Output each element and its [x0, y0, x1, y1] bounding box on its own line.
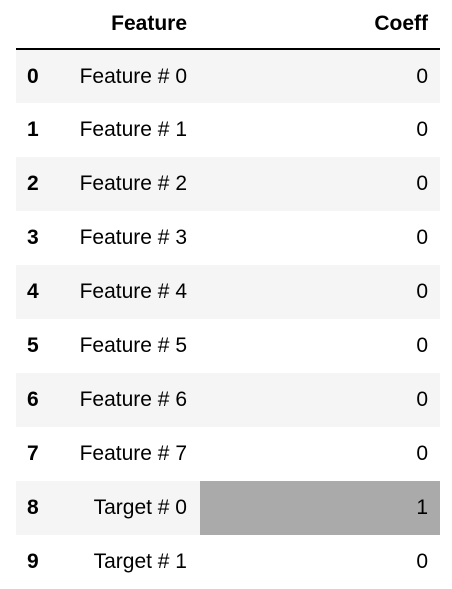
row-index: 9 — [16, 535, 60, 589]
table-row: 4 Feature # 4 0 — [16, 265, 440, 319]
coeff-cell: 0 — [200, 319, 440, 373]
feature-cell: Target # 1 — [60, 535, 200, 589]
feature-cell: Feature # 2 — [60, 157, 200, 211]
coeff-cell: 0 — [200, 49, 440, 103]
table-row: 2 Feature # 2 0 — [16, 157, 440, 211]
feature-cell: Target # 0 — [60, 481, 200, 535]
feature-cell: Feature # 0 — [60, 49, 200, 103]
row-index: 8 — [16, 481, 60, 535]
table-row: 0 Feature # 0 0 — [16, 49, 440, 103]
row-index: 2 — [16, 157, 60, 211]
row-index: 4 — [16, 265, 60, 319]
row-index: 1 — [16, 103, 60, 157]
table-row: 7 Feature # 7 0 — [16, 427, 440, 481]
table-row: 9 Target # 1 0 — [16, 535, 440, 589]
feature-cell: Feature # 4 — [60, 265, 200, 319]
coeff-cell: 0 — [200, 427, 440, 481]
index-column-header — [16, 0, 60, 50]
coeff-cell-highlighted: 1 — [200, 481, 440, 535]
table-row: 6 Feature # 6 0 — [16, 373, 440, 427]
table-header-row: Feature Coeff — [16, 0, 440, 50]
coeff-cell: 0 — [200, 535, 440, 589]
feature-cell: Feature # 1 — [60, 103, 200, 157]
feature-column-header: Feature — [60, 0, 200, 50]
coeff-cell: 0 — [200, 373, 440, 427]
dataframe-output: Feature Coeff 0 Feature # 0 0 1 Feature … — [16, 0, 440, 589]
coefficient-table: Feature Coeff 0 Feature # 0 0 1 Feature … — [16, 0, 440, 589]
row-index: 0 — [16, 49, 60, 103]
row-index: 7 — [16, 427, 60, 481]
feature-cell: Feature # 3 — [60, 211, 200, 265]
row-index: 5 — [16, 319, 60, 373]
feature-cell: Feature # 7 — [60, 427, 200, 481]
coeff-cell: 0 — [200, 103, 440, 157]
coeff-column-header: Coeff — [200, 0, 440, 50]
coeff-cell: 0 — [200, 157, 440, 211]
table-row: 3 Feature # 3 0 — [16, 211, 440, 265]
row-index: 3 — [16, 211, 60, 265]
feature-cell: Feature # 6 — [60, 373, 200, 427]
table-row: 5 Feature # 5 0 — [16, 319, 440, 373]
feature-cell: Feature # 5 — [60, 319, 200, 373]
table-row: 8 Target # 0 1 — [16, 481, 440, 535]
coeff-cell: 0 — [200, 265, 440, 319]
coeff-cell: 0 — [200, 211, 440, 265]
table-row: 1 Feature # 1 0 — [16, 103, 440, 157]
row-index: 6 — [16, 373, 60, 427]
